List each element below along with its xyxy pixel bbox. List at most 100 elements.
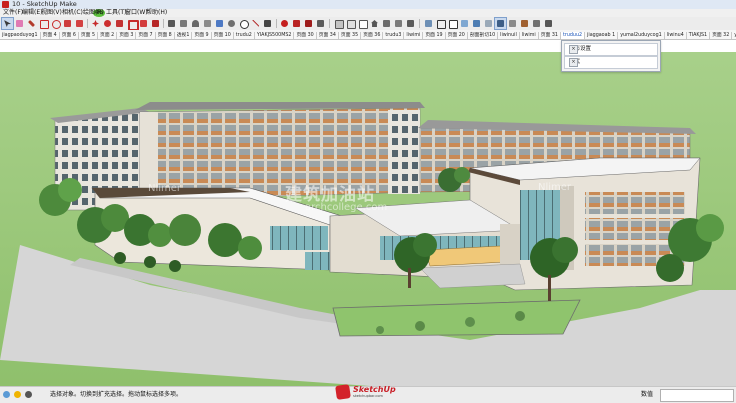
close-icon[interactable]: × (569, 58, 578, 67)
left-view-icon[interactable] (381, 18, 392, 29)
iso-view-icon[interactable] (333, 18, 344, 29)
front-view-icon[interactable] (357, 18, 368, 29)
scene-tab[interactable]: 页面 32 (710, 32, 733, 39)
scene-tab[interactable]: jiaggaoab 1 (585, 32, 619, 39)
text-tool-icon[interactable] (202, 18, 213, 29)
scene-tab[interactable]: 页面 8 (155, 32, 175, 39)
right-view-icon[interactable] (405, 18, 416, 29)
logo-sub: sketchupbar.com (353, 394, 383, 398)
model-viewport[interactable]: 建筑加油站 archcollege.com Nlimer Nlimer 阴影设置… (0, 40, 736, 386)
watermark-tag-right: Nlimer (538, 182, 572, 193)
scene-tab[interactable]: liwinuil (498, 32, 520, 39)
scene-tab[interactable]: 页面 31 (538, 32, 561, 39)
scene-tab[interactable]: 页面 19 (423, 32, 446, 39)
menu-help[interactable]: 帮助(H) (146, 9, 167, 17)
scene-tab[interactable]: 透视1 (174, 32, 193, 39)
scene-tab[interactable]: 页面 6 (59, 32, 79, 39)
top-view-icon[interactable] (345, 18, 356, 29)
back-view-icon[interactable] (393, 18, 404, 29)
paint-bucket-icon[interactable] (62, 18, 73, 29)
protractor-icon[interactable] (190, 18, 201, 29)
scene-tab[interactable]: 页面 10 (211, 32, 234, 39)
scene-tab[interactable]: YIAKJS500MS2 (254, 32, 295, 39)
credits-icon[interactable] (14, 391, 22, 398)
push-pull-icon[interactable] (74, 18, 85, 29)
status-message: 选择对象。切换到扩充选择。拖动鼠标选择多项。 (50, 391, 183, 398)
menu-edit[interactable]: 编辑(E) (22, 9, 42, 17)
shaded-texture-style-icon[interactable] (471, 18, 482, 29)
menu-window[interactable]: 窗口(W) (125, 9, 148, 17)
section-cut-icon[interactable] (519, 18, 530, 29)
menu-view[interactable]: 视图(V) (41, 9, 62, 17)
rectangle-tool-icon[interactable] (38, 18, 49, 29)
scene-tab[interactable]: 页面 34 (316, 32, 339, 39)
scene-tab[interactable]: 页面 30 (294, 32, 317, 39)
model-render[interactable] (0, 40, 736, 386)
move-tool-icon[interactable] (90, 18, 101, 29)
geo-location-icon[interactable] (3, 391, 10, 398)
orbit-icon[interactable] (226, 18, 237, 29)
tape-measure-icon[interactable] (166, 18, 177, 29)
scene-tab[interactable]: liwimi (519, 32, 539, 39)
scene-tab[interactable]: 页面 9 (192, 32, 212, 39)
rotate-tool-icon[interactable] (102, 18, 113, 29)
axes-tool-icon[interactable] (214, 18, 225, 29)
scene-tab[interactable]: 页面 3 (117, 32, 137, 39)
menu-camera[interactable]: 相机(C) (62, 9, 83, 17)
zoom-extents-icon[interactable] (250, 18, 261, 29)
arc-tool-icon[interactable] (50, 18, 61, 29)
measurements-input[interactable] (660, 389, 734, 402)
scene-tab[interactable]: 页面 20 (445, 32, 468, 39)
walk-icon[interactable] (262, 18, 273, 29)
scene-tab[interactable]: 页面 4 (40, 32, 60, 39)
scene-tab[interactable]: 剖面剖切10 (467, 32, 499, 39)
shaded-style-icon[interactable] (459, 18, 470, 29)
scene-tab[interactable]: yumal2uduycog1 (618, 32, 665, 39)
eraser-tool-icon[interactable] (14, 18, 25, 29)
scene-tab[interactable]: 页面 36 (361, 32, 384, 39)
section-plane-icon[interactable] (507, 18, 518, 29)
layers-icon[interactable] (543, 18, 554, 29)
intersect-icon[interactable] (150, 18, 161, 29)
scene-tab[interactable]: TIAKJS1 (686, 32, 711, 39)
components-icon[interactable] (291, 18, 302, 29)
house-view-icon[interactable] (369, 18, 380, 29)
hidden-line-style-icon[interactable] (447, 18, 458, 29)
style-active-icon[interactable] (494, 17, 507, 30)
pencil-tool-icon[interactable] (26, 18, 37, 29)
scale-tool-icon[interactable] (114, 18, 125, 29)
default-tray-panel: 阴影设置 × 样式 × (561, 40, 661, 72)
close-icon[interactable]: × (569, 45, 578, 54)
scene-tab[interactable]: trudu2 (233, 32, 255, 39)
menu-draw[interactable]: 绘图(R) (83, 9, 104, 17)
offset-tool-icon[interactable] (126, 18, 139, 31)
section-display-icon[interactable] (531, 18, 542, 29)
toolbar-separator (87, 19, 88, 28)
scene-tabs: jiagpaoduyog1 页面 4 页面 6 页面 5 页面 2 页面 3 页面 7 页面 … (0, 30, 736, 40)
monochrome-style-icon[interactable] (483, 18, 494, 29)
layout-icon[interactable] (315, 18, 326, 29)
user-icon[interactable] (25, 391, 33, 398)
select-tool-icon[interactable] (1, 17, 14, 30)
xray-style-icon[interactable] (423, 18, 434, 29)
scene-tab[interactable]: 页面 2 (98, 32, 118, 39)
scene-tab[interactable]: trudu3 (383, 32, 405, 39)
dimension-icon[interactable] (178, 18, 189, 29)
scene-tab[interactable]: liwinu4 (664, 32, 687, 39)
menu-tools[interactable]: 工具(T) (106, 9, 126, 17)
scene-tab[interactable]: yoomjiu1.1 (732, 32, 736, 39)
3d-warehouse-icon[interactable] (279, 18, 290, 29)
scene-tab[interactable]: truduu2 (560, 32, 586, 39)
wireframe-style-icon[interactable] (435, 18, 446, 29)
extension-warehouse-icon[interactable] (303, 18, 314, 29)
follow-me-icon[interactable] (138, 18, 149, 29)
zoom-icon[interactable] (238, 18, 249, 29)
scene-tab[interactable]: jiagpaoduyog1 (0, 32, 41, 39)
scene-tab[interactable]: liwimi (404, 32, 424, 39)
scene-tab[interactable]: 页面 35 (338, 32, 362, 39)
scene-tab[interactable]: 页面 5 (78, 32, 99, 39)
menu-file[interactable]: 文件(F) (3, 9, 23, 17)
scene-tab[interactable]: 页面 7 (136, 32, 156, 39)
styles-row[interactable]: 样式 × (564, 56, 658, 69)
shadow-settings-row[interactable]: 阴影设置 × (564, 43, 658, 56)
